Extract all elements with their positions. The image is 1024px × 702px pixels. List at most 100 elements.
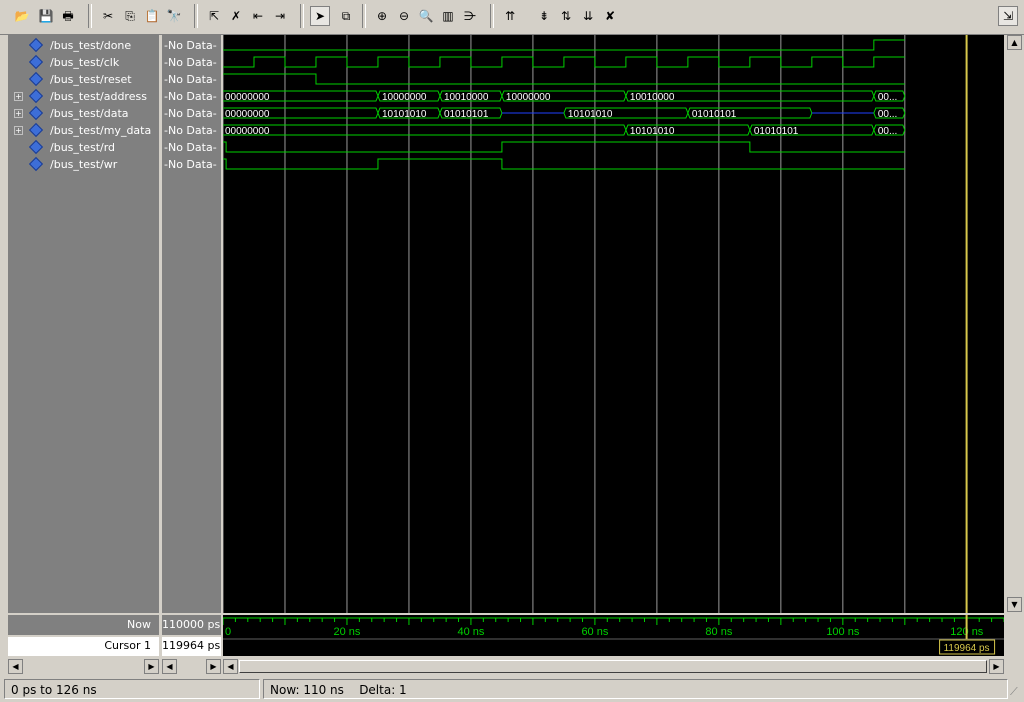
signal-name: /bus_test/reset xyxy=(50,73,132,86)
dock-icon[interactable]: ⇲ xyxy=(998,6,1018,26)
signal-name: /bus_test/clk xyxy=(50,56,120,69)
zoom-full-icon[interactable]: 🔍 xyxy=(416,6,436,26)
toolbar-separator xyxy=(490,4,494,28)
scroll-left-arrow[interactable]: ◀ xyxy=(8,659,23,674)
wave-address-label: 10000000 xyxy=(382,92,427,103)
find-next-edge-icon[interactable]: ⇊ xyxy=(578,6,598,26)
signal-name: /bus_test/rd xyxy=(50,141,116,154)
wave-data-label: 00... xyxy=(878,109,897,120)
wave-data-label: 10101010 xyxy=(568,109,613,120)
find-previous-edge-icon[interactable]: ⇈ xyxy=(500,6,520,26)
timeline-ruler[interactable]: 0 20 ns 40 ns 60 ns 80 ns 100 ns 120 ns 119964 … xyxy=(223,615,1004,656)
open-icon[interactable]: 📂 xyxy=(12,6,32,26)
expand-icon[interactable]: + xyxy=(14,126,23,135)
copy-icon[interactable]: ⎘ xyxy=(120,6,140,26)
next-cursor-icon[interactable]: ⇥ xyxy=(270,6,290,26)
wave-reset xyxy=(223,73,905,85)
clear-edges-icon[interactable]: ✘ xyxy=(600,6,620,26)
wave-clk xyxy=(223,56,905,68)
signal-row[interactable]: /bus_test/clk xyxy=(8,54,159,71)
scroll-thumb[interactable] xyxy=(239,660,987,673)
wave-data-label: 01010101 xyxy=(444,109,489,120)
now-label: Now xyxy=(8,615,159,635)
print-icon[interactable]: 🖶 xyxy=(58,6,78,26)
signal-row[interactable]: /bus_test/wr xyxy=(8,156,159,173)
signal-names-pane: /bus_test/done/bus_test/clk/bus_test/res… xyxy=(8,35,159,613)
waveform-canvas[interactable]: 00000000 10000000 10010000 10000000 10010000… xyxy=(223,35,1004,613)
save-icon[interactable]: 💾 xyxy=(36,6,56,26)
timeline-tick-label: 100 ns xyxy=(826,626,860,638)
signal-row[interactable]: /bus_test/done xyxy=(8,37,159,54)
names-hscrollbar[interactable]: ◀ ▶ xyxy=(8,659,159,674)
scroll-left-arrow[interactable]: ◀ xyxy=(223,659,238,674)
scroll-up-arrow[interactable]: ▲ xyxy=(1007,35,1022,50)
find-icon[interactable]: 🔭 xyxy=(164,6,184,26)
cursor1-value: 119964 ps xyxy=(162,637,221,656)
scroll-right-arrow[interactable]: ▶ xyxy=(989,659,1004,674)
signal-diamond-icon xyxy=(28,122,44,138)
scroll-right-arrow[interactable]: ▶ xyxy=(206,659,221,674)
delete-cursor-icon[interactable]: ✗ xyxy=(226,6,246,26)
signal-row[interactable]: + /bus_test/data xyxy=(8,105,159,122)
toolbar-separator xyxy=(88,4,92,28)
waveform-hscrollbar[interactable]: ◀ ▶ xyxy=(223,659,1004,674)
signal-diamond-icon xyxy=(28,105,44,121)
timeline-tick-label: 0 xyxy=(225,626,231,638)
expand-icon[interactable]: + xyxy=(14,109,23,118)
stop-drawing-icon[interactable]: ▥ xyxy=(438,6,458,26)
wave-my-data-segment xyxy=(223,124,627,136)
signal-value: -No Data- xyxy=(164,158,217,171)
waveform-pane[interactable]: 00000000 10000000 10010000 10000000 10010000… xyxy=(223,35,1004,613)
values-hscrollbar[interactable]: ◀ ▶ xyxy=(162,659,221,674)
wave-address-label: 00... xyxy=(878,92,897,103)
timeline-tick-label: 40 ns xyxy=(457,626,484,638)
find-edge-icon[interactable]: ⇅ xyxy=(556,6,576,26)
status-bar: 0 ps to 126 ns Now: 110 ns Delta: 1 ⟋ xyxy=(0,677,1024,702)
wave-my-data-label: 01010101 xyxy=(754,126,799,137)
wave-my-data-label: 00000000 xyxy=(225,126,270,137)
wave-address-label: 10000000 xyxy=(506,92,551,103)
signal-name: /bus_test/data xyxy=(50,107,129,120)
scroll-right-arrow[interactable]: ▶ xyxy=(144,659,159,674)
scroll-left-arrow[interactable]: ◀ xyxy=(162,659,177,674)
signal-value: -No Data- xyxy=(164,39,217,52)
signal-row[interactable]: /bus_test/rd xyxy=(8,139,159,156)
select-mode-icon[interactable]: ➤ xyxy=(310,6,330,26)
wave-data-label: 01010101 xyxy=(692,109,737,120)
signal-diamond-icon xyxy=(28,71,44,87)
signal-diamond-icon xyxy=(28,54,44,70)
resize-grip-icon[interactable]: ⟋ xyxy=(1010,685,1022,698)
wave-rd xyxy=(223,141,905,153)
zoom-out-icon[interactable]: ⊖ xyxy=(394,6,414,26)
signal-diamond-icon xyxy=(28,156,44,172)
signal-row[interactable]: /bus_test/reset xyxy=(8,71,159,88)
zoom-mode-icon[interactable]: ⧉ xyxy=(336,6,356,26)
vertical-scrollbar[interactable]: ▲ ▼ xyxy=(1005,35,1024,613)
prev-cursor-icon[interactable]: ⇤ xyxy=(248,6,268,26)
wave-data-label: 00000000 xyxy=(225,109,270,120)
signal-row[interactable]: + /bus_test/address xyxy=(8,88,159,105)
wave-wr xyxy=(223,158,905,170)
timeline-canvas[interactable]: 0 20 ns 40 ns 60 ns 80 ns 100 ns 120 ns119964 … xyxy=(223,615,1004,656)
cursor1-label[interactable]: Cursor 1 xyxy=(8,637,159,656)
wave-done xyxy=(223,39,905,51)
cut-icon[interactable]: ✂ xyxy=(98,6,118,26)
scroll-down-arrow[interactable]: ▼ xyxy=(1007,597,1022,612)
signal-value: -No Data- xyxy=(164,90,217,103)
zoom-in-icon[interactable]: ⊕ xyxy=(372,6,392,26)
signal-name: /bus_test/my_data xyxy=(50,124,152,137)
zoom-cursor-icon[interactable]: ⋺ xyxy=(460,6,480,26)
expand-icon[interactable]: + xyxy=(14,92,23,101)
insert-cursor-icon[interactable]: ⇱ xyxy=(204,6,224,26)
paste-icon[interactable]: 📋 xyxy=(142,6,162,26)
status-now-text: Now: 110 ns xyxy=(270,683,344,697)
status-range: 0 ps to 126 ns xyxy=(4,679,260,699)
pane-splitter-left[interactable] xyxy=(159,35,161,656)
status-range-text: 0 ps to 126 ns xyxy=(11,683,97,697)
status-delta-text: Delta: 1 xyxy=(359,683,407,697)
find-first-edge-icon[interactable]: ⇟ xyxy=(534,6,554,26)
signal-value: -No Data- xyxy=(164,141,217,154)
toolbar: 📂 💾 🖶 ✂ ⎘ 📋 🔭 ⇱ ✗ ⇤ ⇥ ➤ ⧉ ⊕ ⊖ 🔍 ▥ ⋺ ⇈ ⇟ ⇅ ⇊ ✘ ⇲ xyxy=(0,0,1024,35)
signal-value: -No Data- xyxy=(164,73,217,86)
signal-row[interactable]: + /bus_test/my_data xyxy=(8,122,159,139)
